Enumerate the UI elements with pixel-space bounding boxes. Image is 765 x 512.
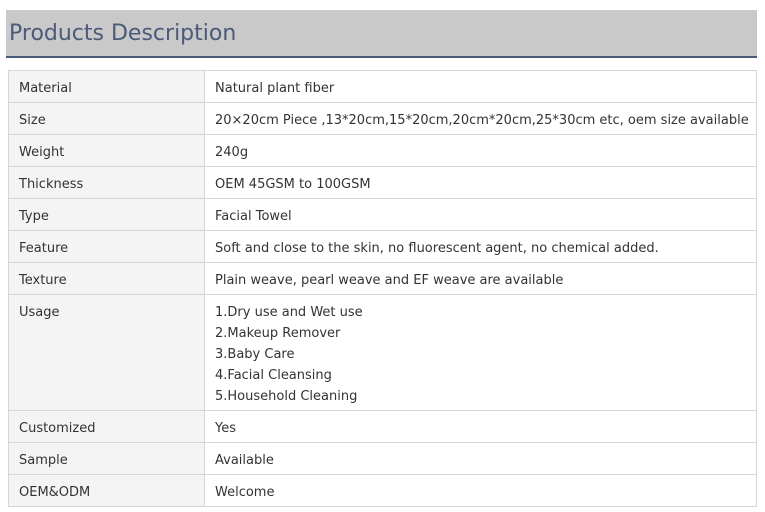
table-row: Texture Plain weave, pearl weave and EF … [8, 262, 757, 295]
spec-value: Plain weave, pearl weave and EF weave ar… [204, 262, 757, 295]
table-row: Size 20×20cm Piece ,13*20cm,15*20cm,20cm… [8, 102, 757, 135]
spec-value: Natural plant fiber [204, 70, 757, 103]
usage-item: 3.Baby Care [215, 347, 295, 362]
section-title: Products Description [9, 21, 237, 46]
spec-key: Size [8, 102, 205, 135]
table-row: Customized Yes [8, 410, 757, 443]
spec-key: Customized [8, 410, 205, 443]
spec-value: Yes [204, 410, 757, 443]
usage-item: 2.Makeup Remover [215, 326, 341, 341]
table-row: OEM&ODM Welcome [8, 474, 757, 507]
spec-key: Texture [8, 262, 205, 295]
spec-value: OEM 45GSM to 100GSM [204, 166, 757, 199]
product-spec-table: Material Natural plant fiber Size 20×20c… [8, 70, 757, 507]
usage-item: 4.Facial Cleansing [215, 368, 332, 383]
spec-value: Soft and close to the skin, no fluoresce… [204, 230, 757, 263]
section-header: Products Description [6, 10, 757, 58]
spec-value-list: 1.Dry use and Wet use 2.Makeup Remover 3… [204, 294, 757, 411]
spec-key: Usage [8, 294, 205, 411]
table-row: Usage 1.Dry use and Wet use 2.Makeup Rem… [8, 294, 757, 411]
spec-key: Sample [8, 442, 205, 475]
spec-value: Available [204, 442, 757, 475]
spec-key: Feature [8, 230, 205, 263]
spec-key: Material [8, 70, 205, 103]
table-row: Sample Available [8, 442, 757, 475]
spec-key: OEM&ODM [8, 474, 205, 507]
spec-key: Weight [8, 134, 205, 167]
table-row: Type Facial Towel [8, 198, 757, 231]
usage-item: 5.Household Cleaning [215, 389, 358, 404]
spec-key: Type [8, 198, 205, 231]
spec-value: Facial Towel [204, 198, 757, 231]
usage-item: 1.Dry use and Wet use [215, 305, 363, 320]
spec-key: Thickness [8, 166, 205, 199]
table-row: Feature Soft and close to the skin, no f… [8, 230, 757, 263]
table-row: Weight 240g [8, 134, 757, 167]
spec-value: Welcome [204, 474, 757, 507]
spec-value: 20×20cm Piece ,13*20cm,15*20cm,20cm*20cm… [204, 102, 757, 135]
spec-value: 240g [204, 134, 757, 167]
table-row: Thickness OEM 45GSM to 100GSM [8, 166, 757, 199]
table-row: Material Natural plant fiber [8, 70, 757, 103]
